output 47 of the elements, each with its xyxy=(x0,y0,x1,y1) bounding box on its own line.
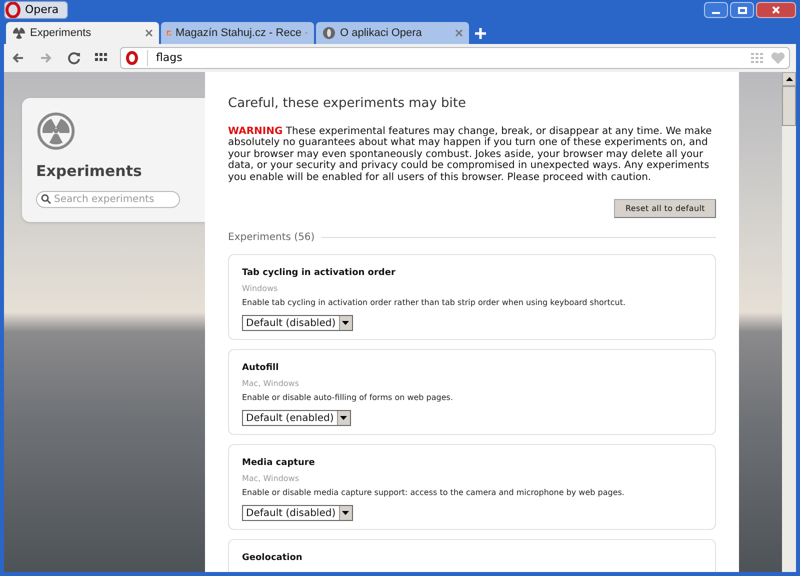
experiment-title: Autofill xyxy=(242,362,280,375)
experiment-description: Enable or disable media capture support: access to the camera and microphone by web pages. xyxy=(242,486,626,498)
reset-button[interactable]: Reset all to default xyxy=(614,199,716,218)
dropdown-button[interactable] xyxy=(338,316,352,330)
opera-logo-icon xyxy=(5,2,21,18)
experiment-description: Enable tab cycling in activation order rather than tab strip order when using keyboard shortcut. xyxy=(242,296,626,308)
experiment-platforms: Mac, Windows xyxy=(242,378,300,390)
scroll-thumb[interactable] xyxy=(782,86,796,126)
maximize-button[interactable] xyxy=(730,2,754,18)
experiment-platforms: Windows xyxy=(242,282,279,294)
down-arrow-icon xyxy=(342,511,350,515)
down-arrow-icon xyxy=(342,321,350,325)
scrollbar[interactable] xyxy=(782,72,796,572)
experiment-title: Media capture xyxy=(242,457,316,470)
dropdown-button[interactable] xyxy=(338,506,352,520)
search-field[interactable]: Search experiments xyxy=(36,190,180,208)
section-label: Experiments (56) xyxy=(228,231,315,245)
tab[interactable]: Experiments xyxy=(6,22,159,44)
minimize-button[interactable] xyxy=(704,2,728,18)
experiment-select[interactable]: Default (enabled) xyxy=(242,410,351,426)
window-title: Opera xyxy=(25,2,59,18)
app-menu-button[interactable]: Opera xyxy=(4,1,68,19)
sidebar-title: Experiments xyxy=(36,161,143,182)
close-button[interactable] xyxy=(756,2,796,18)
experiment-select[interactable]: Default (disabled) xyxy=(242,505,353,521)
close-tab-icon[interactable] xyxy=(145,29,153,37)
experiment-title: Tab cycling in activation order xyxy=(242,267,396,280)
page-heading: Careful, these experiments may bite xyxy=(228,95,468,113)
tab[interactable]: Magazín Stahuj.cz - Rece xyxy=(161,22,314,44)
tab[interactable]: O aplikaci Opera xyxy=(316,22,469,44)
down-arrow-icon xyxy=(340,416,348,420)
up-arrow-icon xyxy=(786,77,792,81)
experiment-platforms: Mac, Windows xyxy=(242,472,300,484)
experiment-title: Geolocation xyxy=(242,552,304,565)
reload-icon[interactable] xyxy=(66,50,82,66)
dropdown-button[interactable] xyxy=(336,411,350,425)
radiation-icon xyxy=(12,26,26,40)
opera-logo-icon xyxy=(125,51,139,65)
experiment-description: Enable or disable auto-filling of forms on web pages. xyxy=(242,392,454,404)
close-icon xyxy=(772,6,780,14)
search-icon xyxy=(41,194,51,204)
new-tab-icon[interactable] xyxy=(475,28,486,39)
warning-text: WARNING These experimental features may change, break, or disappear at any time. We make absolutely no guarantees about what may happen if you turn one of these experiments on, and your browser may even spontaneously combust. Jokes aside, your browser may delete all your data, or your security and privacy could be compromised in unexpected ways. Any experiments you enable will be enabled for all users of this browser. Please proceed with caution. xyxy=(228,126,713,183)
scroll-up-button[interactable] xyxy=(782,72,796,86)
radiation-icon xyxy=(36,112,76,150)
opera-logo-icon xyxy=(322,26,336,40)
experiment-select[interactable]: Default (disabled) xyxy=(242,315,353,331)
